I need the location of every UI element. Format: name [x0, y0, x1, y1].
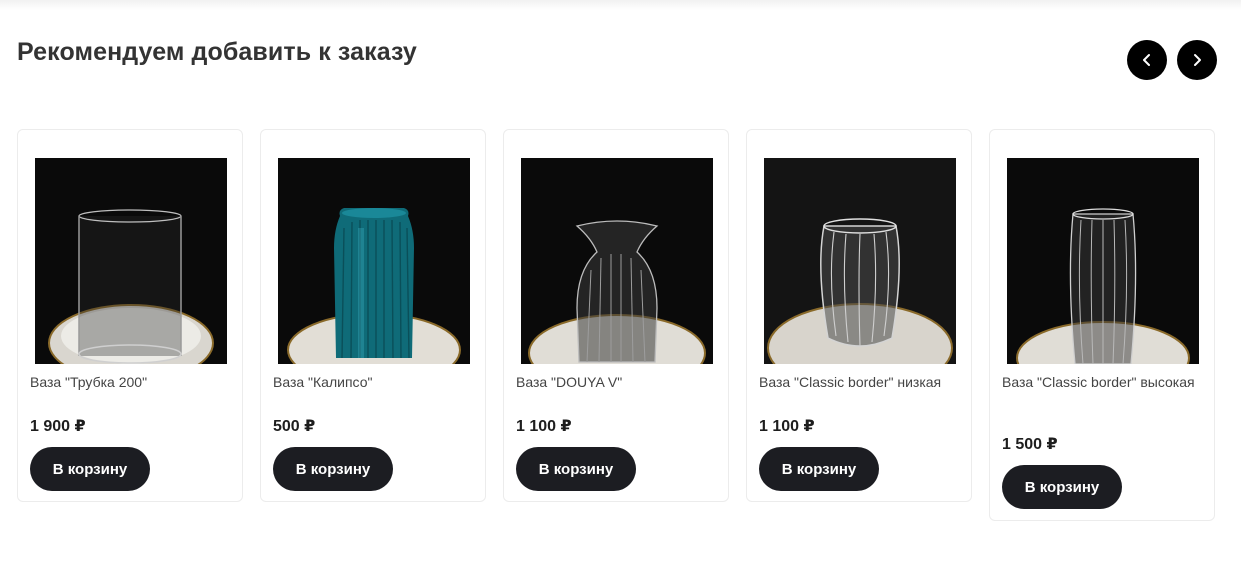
- header-shadow: [0, 0, 1241, 10]
- product-price: 500 ₽: [273, 418, 316, 435]
- carousel-prev-button[interactable]: [1127, 40, 1167, 80]
- chevron-left-icon: [1143, 54, 1150, 66]
- product-image[interactable]: [35, 158, 227, 364]
- add-to-cart-button[interactable]: В корзину: [516, 447, 636, 491]
- product-image[interactable]: [278, 158, 470, 364]
- product-card[interactable]: Ваза "DOUYA V" 1 100 ₽ В корзину: [503, 129, 729, 502]
- add-to-cart-button[interactable]: В корзину: [273, 447, 393, 491]
- product-name[interactable]: Ваза "Калипсо": [273, 373, 478, 391]
- product-name[interactable]: Ваза "DOUYA V": [516, 373, 721, 391]
- product-card[interactable]: Ваза "Classic border" высокая 1 500 ₽ В …: [989, 129, 1215, 521]
- product-card[interactable]: Ваза "Classic border" низкая 1 100 ₽ В к…: [746, 129, 972, 502]
- product-card[interactable]: Ваза "Трубка 200" 1 900 ₽ В корзину: [17, 129, 243, 502]
- product-name[interactable]: Ваза "Classic border" низкая: [759, 373, 964, 391]
- chevron-right-icon: [1194, 54, 1201, 66]
- product-image[interactable]: [764, 158, 956, 364]
- product-name[interactable]: Ваза "Classic border" высокая: [1002, 373, 1207, 391]
- product-name[interactable]: Ваза "Трубка 200": [30, 373, 235, 391]
- product-image[interactable]: [1007, 158, 1199, 364]
- add-to-cart-button[interactable]: В корзину: [1002, 465, 1122, 509]
- product-price: 1 100 ₽: [759, 418, 815, 435]
- add-to-cart-button[interactable]: В корзину: [759, 447, 879, 491]
- section-title: Рекомендуем добавить к заказу: [17, 38, 417, 66]
- product-card[interactable]: Ваза "Калипсо" 500 ₽ В корзину: [260, 129, 486, 502]
- product-price: 1 500 ₽: [1002, 436, 1058, 453]
- product-price: 1 100 ₽: [516, 418, 572, 435]
- add-to-cart-button[interactable]: В корзину: [30, 447, 150, 491]
- product-image[interactable]: [521, 158, 713, 364]
- carousel-next-button[interactable]: [1177, 40, 1217, 80]
- product-price: 1 900 ₽: [30, 418, 86, 435]
